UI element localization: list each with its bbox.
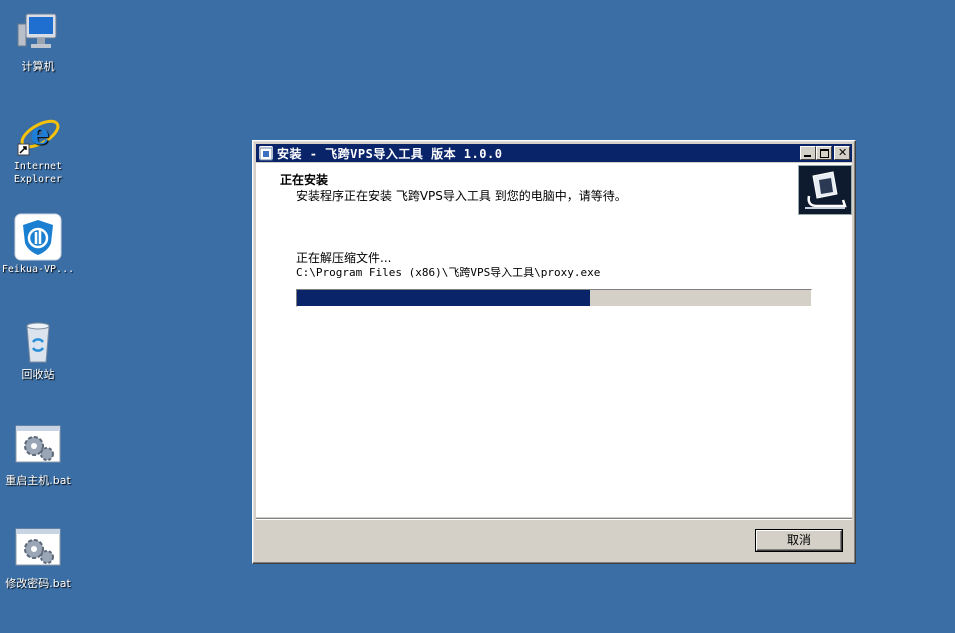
installer-window[interactable]: 安装 - 飞跨VPS导入工具 版本 1.0.0 ✕ 正在安装 安装程序正在安装 … [252,140,856,564]
footer-divider [256,518,852,520]
minimize-button[interactable] [800,146,816,160]
batch-file-icon [14,527,62,575]
desktop-icon-restart-bat[interactable]: 重启主机.bat [0,424,76,487]
page-subheading: 安装程序正在安装 飞跨VPS导入工具 到您的电脑中，请等待。 [296,189,627,203]
progress-fill [297,290,590,306]
installer-app-icon [259,146,273,161]
desktop-icon-feikua-vps[interactable]: Feikua-VP... [0,213,76,276]
desktop-icon-internet-explorer[interactable]: e Internet Explorer [0,110,76,186]
desktop-icon-label: 重启主机.bat [5,474,71,487]
feikua-vps-icon [14,213,62,261]
desktop-icon-change-password-bat[interactable]: 修改密码.bat [0,527,76,590]
desktop-icon-label: 修改密码.bat [5,577,71,590]
batch-file-icon [14,424,62,472]
desktop-icon-label: 回收站 [21,368,55,381]
desktop-icon-recycle-bin[interactable]: 回收站 [0,318,76,381]
current-file-path: C:\Program Files (x86)\飞跨VPS导入工具\proxy.e… [296,266,601,279]
install-progress-bar [296,289,812,307]
desktop-icon-computer[interactable]: 计算机 [0,10,76,73]
close-button[interactable]: ✕ [834,146,850,160]
maximize-button[interactable] [816,146,832,160]
installer-logo-icon [798,165,852,215]
maximize-icon [820,149,829,158]
svg-text:e: e [30,117,49,152]
desktop-icon-label: 计算机 [21,60,55,73]
cancel-button[interactable]: 取消 [755,529,843,552]
internet-explorer-icon: e [14,110,62,158]
title-bar[interactable]: 安装 - 飞跨VPS导入工具 版本 1.0.0 ✕ [256,144,852,162]
desktop-icon-label: Internet Explorer [13,161,63,185]
window-title: 安装 - 飞跨VPS导入工具 版本 1.0.0 [277,146,503,161]
recycle-bin-icon [14,318,62,366]
installer-content-panel: 正在安装 安装程序正在安装 飞跨VPS导入工具 到您的电脑中，请等待。 正在解压… [256,163,852,517]
page-heading: 正在安装 [280,173,329,187]
desktop-icon-label: Feikua-VP... [1,264,75,275]
close-icon: ✕ [838,146,848,159]
minimize-icon [804,155,811,157]
computer-icon [14,10,62,58]
